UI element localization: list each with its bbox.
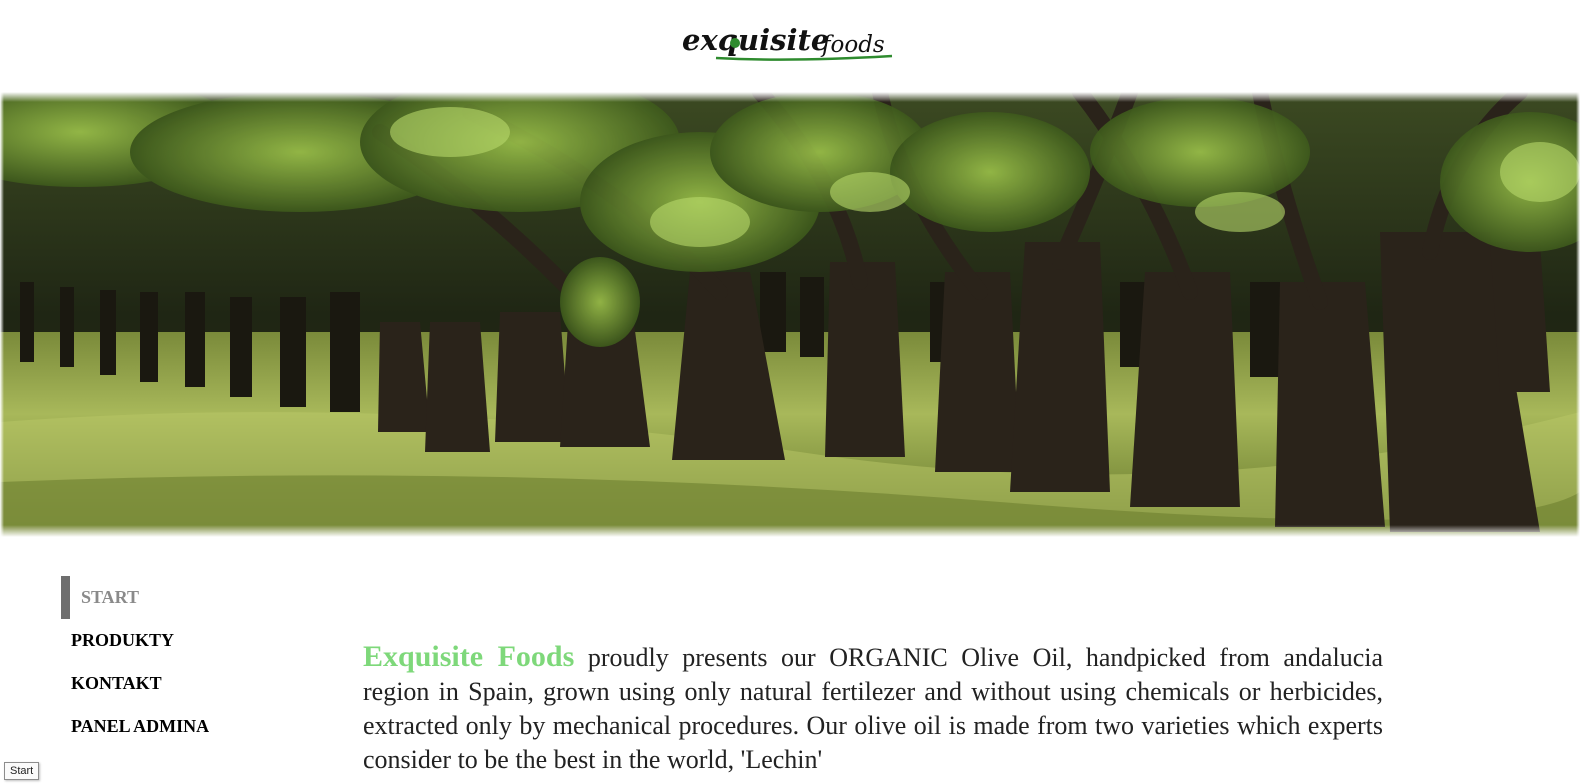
site-header: exquisite foods	[0, 0, 1580, 92]
hero-banner-image	[0, 92, 1580, 537]
logo-olive-icon	[730, 38, 740, 48]
nav-item-produkty[interactable]: PRODUKTY	[61, 619, 301, 662]
olive-orchard-photo	[0, 92, 1580, 537]
brand-name: Exquisite Foods	[363, 640, 575, 673]
logo-main-text: exquisite	[682, 23, 829, 57]
logo-graphic: exquisite foods	[682, 23, 893, 61]
hero-fade-right	[1576, 92, 1580, 537]
nav-item-start[interactable]: START	[61, 576, 301, 619]
hero-fade-top	[0, 92, 1580, 102]
hero-fade-left	[0, 92, 4, 537]
intro-text: Exquisite Foods proudly presents our ORG…	[363, 640, 1383, 777]
site-logo[interactable]: exquisite foods	[680, 18, 900, 68]
hero-fade-bottom	[0, 525, 1580, 537]
logo-sub-text: foods	[820, 32, 885, 58]
main-navigation: START PRODUKTY KONTAKT PANEL ADMINA	[61, 576, 301, 748]
link-tooltip: Start	[4, 762, 40, 780]
nav-item-kontakt[interactable]: KONTAKT	[61, 662, 301, 705]
nav-item-panel-admina[interactable]: PANEL ADMINA	[61, 705, 301, 748]
